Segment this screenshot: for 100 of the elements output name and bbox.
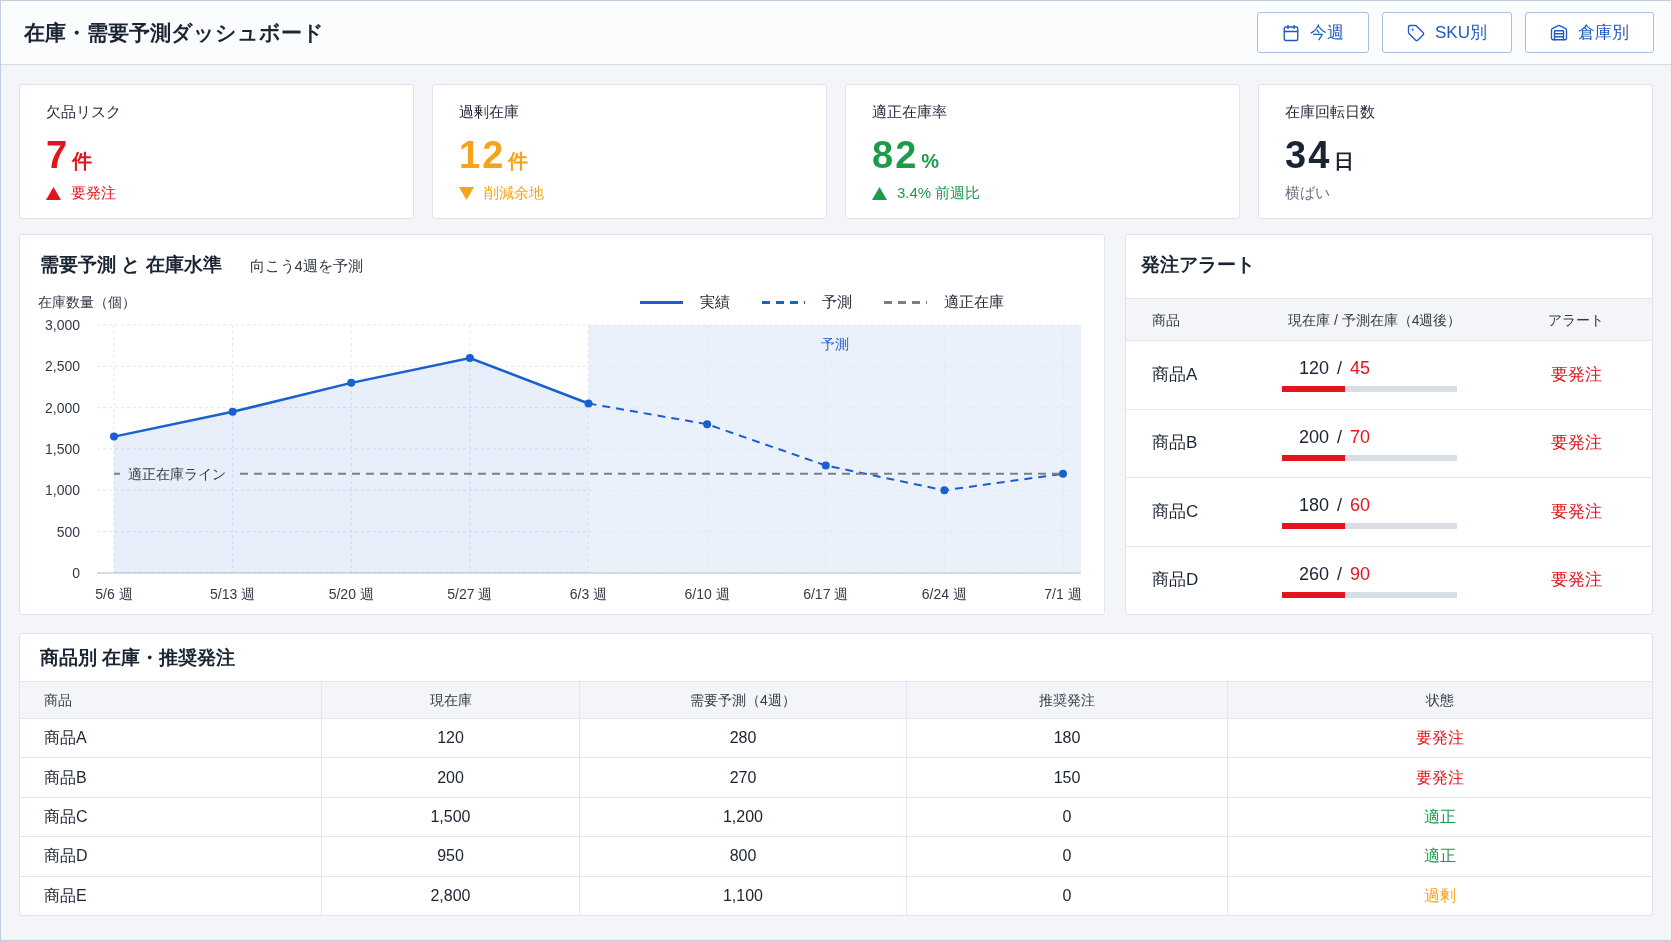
- alert-status: 要発注: [1550, 432, 1602, 455]
- kpi-trend-text: 横ばい: [1285, 183, 1330, 203]
- table-cell: 280: [729, 728, 757, 749]
- status-text: 適正: [1424, 846, 1456, 867]
- column-header: 商品: [1152, 310, 1180, 329]
- filter-button[interactable]: SKU別: [1382, 12, 1512, 53]
- alert-status: 要発注: [1550, 363, 1602, 386]
- warehouse-icon: [1550, 23, 1568, 42]
- kpi-value: 7: [46, 134, 70, 176]
- legend-dashed-line-icon: [762, 300, 805, 304]
- kpi-unit: 件: [72, 149, 93, 173]
- y-axis-label: 500: [56, 523, 80, 540]
- column-header: 状態: [1426, 691, 1454, 709]
- table-cell: 商品D: [44, 846, 88, 867]
- column-header: 需要予測（4週）: [690, 691, 796, 709]
- table-cell: 0: [1062, 846, 1072, 867]
- filter-button[interactable]: 倉庫別: [1525, 12, 1654, 53]
- legend-label: 予測: [822, 292, 852, 312]
- status-text: 適正: [1424, 807, 1456, 827]
- stock-forecast-text: 180 / 60: [1299, 494, 1371, 517]
- filter-button[interactable]: 今週: [1257, 12, 1370, 53]
- data-point-icon: [584, 399, 593, 408]
- table-cell: 950: [437, 846, 464, 867]
- table-cell: 200: [437, 767, 464, 788]
- y-axis-label: 1,500: [44, 441, 80, 457]
- data-point-icon: [110, 432, 118, 441]
- table-cell: 120: [437, 728, 464, 749]
- up-triangle-icon: [46, 186, 61, 200]
- kpi-unit: 日: [1334, 149, 1355, 173]
- down-triangle-icon: [459, 186, 474, 200]
- legend-label: 適正在庫: [944, 292, 1004, 312]
- kpi-label: 過剰在庫: [459, 102, 519, 122]
- x-axis-label: 6/17 週: [803, 586, 849, 602]
- table-cell: 1,500: [430, 807, 471, 827]
- y-axis-label: 0: [72, 565, 80, 581]
- stock-forecast-text: 260 / 90: [1299, 562, 1371, 585]
- y-axis-label: 2,500: [44, 358, 80, 375]
- data-point-icon: [821, 461, 830, 470]
- alert-status: 要発注: [1550, 569, 1602, 592]
- kpi-label: 適正在庫率: [872, 102, 947, 122]
- y-axis-label: 2,000: [44, 399, 80, 416]
- table-cell: 180: [1053, 728, 1081, 749]
- x-axis-label: 5/13 週: [210, 586, 256, 602]
- table-cell: 商品B: [44, 767, 87, 788]
- stock-forecast-text: 120 / 45: [1299, 357, 1371, 380]
- data-point-icon: [1059, 469, 1067, 478]
- legend-label: 実績: [700, 292, 730, 312]
- table-cell: 2,800: [430, 885, 471, 906]
- table-cell: 商品A: [44, 728, 87, 749]
- kpi-value: 82: [872, 134, 919, 176]
- stock-forecast-text: 200 / 70: [1299, 425, 1371, 448]
- x-axis-label: 6/24 週: [921, 586, 967, 602]
- kpi-label: 在庫回転日数: [1285, 102, 1375, 122]
- x-axis-label: 6/10 週: [684, 586, 730, 602]
- table-cell: 0: [1062, 885, 1072, 906]
- table-cell: 150: [1053, 767, 1081, 788]
- column-header: 推奨発注: [1039, 691, 1095, 709]
- up-triangle-icon: [872, 186, 887, 200]
- data-point-icon: [228, 407, 237, 416]
- kpi-trend-text: 要発注: [71, 183, 116, 203]
- data-point-icon: [347, 378, 356, 387]
- data-point-icon: [703, 420, 712, 429]
- line-label: 適正在庫ライン: [128, 465, 226, 482]
- legend-line-icon: [640, 300, 683, 304]
- y-axis-title: 在庫数量（個）: [38, 293, 136, 311]
- status-text: 過剰: [1424, 885, 1456, 906]
- y-axis-label: 3,000: [44, 317, 80, 333]
- kpi-unit: %: [921, 149, 940, 173]
- alerts-title: 発注アラート: [1141, 254, 1255, 275]
- column-header: 現在庫 / 予測在庫（4週後）: [1288, 310, 1462, 329]
- table-cell: 1,100: [722, 885, 763, 906]
- table-cell: 0: [1062, 807, 1072, 827]
- y-axis-label: 1,000: [44, 482, 80, 499]
- table-cell: 商品C: [44, 807, 88, 827]
- table-cell: 商品D: [1152, 569, 1199, 592]
- x-axis-label: 5/27 週: [447, 586, 493, 602]
- kpi-label: 欠品リスク: [46, 102, 121, 122]
- column-header: 現在庫: [429, 691, 472, 709]
- column-header: アラート: [1548, 310, 1604, 329]
- table-cell: 800: [729, 846, 757, 867]
- calendar-icon: [1282, 23, 1301, 42]
- table-title: 商品別 在庫・推奨発注: [40, 647, 236, 668]
- kpi-trend-text: 削減余地: [484, 183, 544, 203]
- table-cell: 商品A: [1152, 363, 1198, 386]
- table-cell: 商品B: [1152, 432, 1198, 455]
- kpi-value: 12: [459, 134, 506, 176]
- band-label: 予測: [820, 336, 849, 352]
- table-cell: 商品C: [1152, 500, 1199, 523]
- alert-status: 要発注: [1550, 500, 1602, 523]
- status-text: 要発注: [1416, 767, 1464, 788]
- chart-title: 需要予測 と 在庫水準: [40, 253, 222, 277]
- table-cell: 商品E: [44, 885, 87, 906]
- kpi-unit: 件: [508, 149, 529, 173]
- column-header: 商品: [44, 691, 72, 709]
- data-point-icon: [940, 486, 949, 495]
- x-axis-label: 7/1 週: [1044, 586, 1082, 602]
- status-text: 要発注: [1416, 728, 1464, 749]
- tag-icon: [1407, 23, 1426, 42]
- x-axis-label: 5/6 週: [95, 586, 133, 602]
- legend-dashed-line-icon: [884, 300, 927, 304]
